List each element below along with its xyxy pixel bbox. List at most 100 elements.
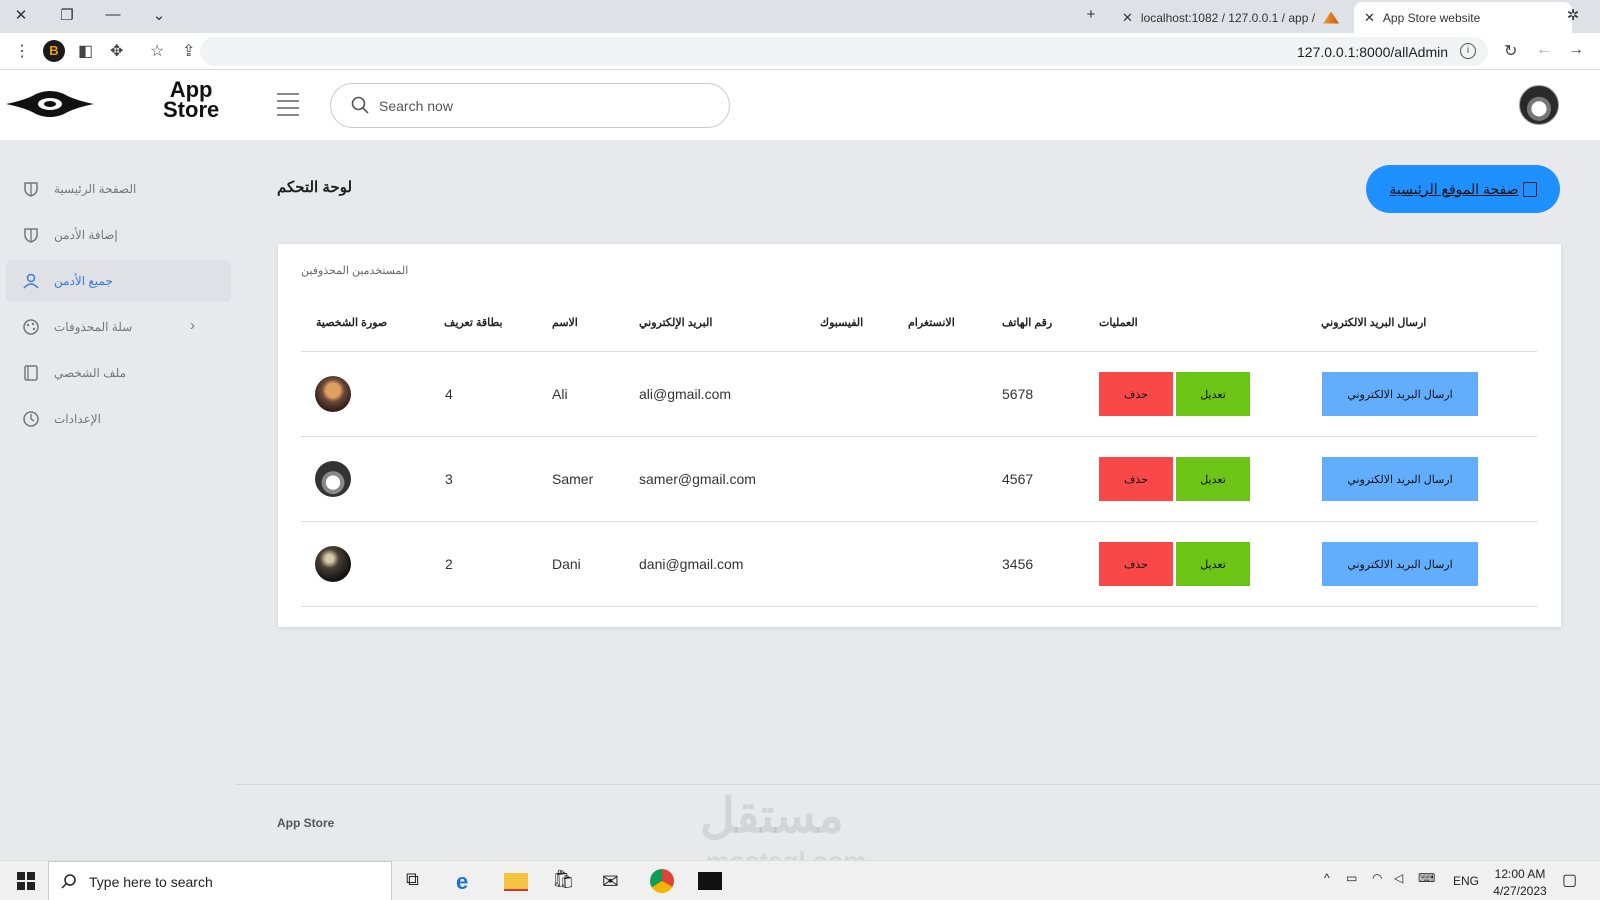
chevron-right-icon[interactable]: › [190, 317, 195, 334]
home-page-button-label: صفحة الموقع الرئيسية [1389, 180, 1519, 197]
cell-id: 2 [445, 556, 453, 572]
divider [301, 351, 1537, 352]
pma-favicon-icon [1323, 11, 1340, 24]
sidebar-toggle-icon[interactable]: ◧ [78, 41, 93, 61]
clock[interactable]: 12:00 AM 4/27/2023 [1490, 867, 1550, 898]
sidebar-item-settings[interactable]: الإعدادات [6, 398, 231, 440]
footer-divider [236, 784, 1600, 785]
close-window-icon[interactable]: ✕ [10, 6, 32, 24]
delete-button[interactable]: حذف [1099, 372, 1173, 416]
cell-email: samer@gmail.com [639, 471, 756, 487]
deleted-users-card: المستخدمين المحذوفين صورة الشخصية بطاقة … [278, 244, 1561, 627]
shield-icon [24, 228, 38, 243]
search-icon [61, 874, 76, 889]
taskbar-search[interactable]: Type here to search [48, 861, 392, 900]
clock-time: 12:00 AM [1494, 867, 1546, 881]
restore-window-icon[interactable]: ❐ [56, 6, 78, 24]
windows-taskbar: Type here to search ⧉ e 🛍 ✉ ^ ▭ ◠ ◁ ⌨ EN… [0, 860, 1600, 900]
cell-name: Ali [552, 386, 568, 402]
file-explorer-icon[interactable] [504, 873, 528, 891]
cell-id: 3 [445, 471, 453, 487]
sidebar-item-label: جميع الأدمن [54, 274, 113, 288]
cell-phone: 4567 [1002, 471, 1034, 487]
sidebar-item-label: سلة المحذوفات [54, 320, 133, 334]
address-bar-row: ⋮ B ◧ ✥ ☆ ⇪ 127.0.0.1:8000/allAdmin i ↻ … [0, 33, 1600, 70]
bookmark-star-icon[interactable]: ☆ [150, 41, 164, 61]
send-email-button[interactable]: ارسال البريد الالكتروني [1322, 542, 1478, 586]
sidebar-item-label: ملف الشخصي [54, 366, 127, 380]
brave-icon[interactable]: B [43, 40, 65, 62]
terminal-icon[interactable] [698, 872, 722, 890]
logo-icon [6, 91, 94, 117]
tab-phpmyadmin[interactable]: ✕ localhost:1082 / 127.0.0.1 / app / [1112, 2, 1352, 33]
new-tab-icon[interactable]: + [1080, 6, 1102, 23]
delete-button[interactable]: حذف [1099, 542, 1173, 586]
header-id-card: بطاقة تعريف [444, 317, 503, 329]
edit-button[interactable]: تعديل [1176, 372, 1250, 416]
tray-chevron-icon[interactable]: ^ [1324, 871, 1330, 885]
share-icon[interactable]: ⇪ [182, 41, 195, 61]
watermark: مستقل [700, 790, 844, 843]
reload-icon[interactable]: ↻ [1504, 41, 1517, 61]
close-tab-icon[interactable]: ✕ [1122, 10, 1133, 26]
tab-label: App Store website [1382, 10, 1481, 25]
extensions-icon[interactable]: ✥ [110, 41, 123, 61]
send-email-button[interactable]: ارسال البريد الالكتروني [1322, 372, 1478, 416]
sidebar-item-profile[interactable]: ملف الشخصي [6, 352, 231, 394]
sidebar-item-label: إضافة الأدمن [54, 228, 118, 242]
edge-icon[interactable]: e [456, 869, 480, 894]
divider [301, 436, 1537, 437]
search-input[interactable] [379, 95, 709, 117]
send-email-button[interactable]: ارسال البريد الالكتروني [1322, 457, 1478, 501]
header-instagram: الانستغرام [908, 317, 955, 329]
minimize-window-icon[interactable]: — [102, 6, 124, 23]
home-page-button[interactable]: صفحة الموقع الرئيسية [1366, 165, 1560, 213]
menu-dots-icon[interactable]: ⋮ [14, 41, 30, 61]
notifications-icon[interactable]: ▢ [1562, 870, 1577, 890]
close-tab-icon[interactable]: ✕ [1364, 10, 1375, 26]
forward-icon[interactable]: → [1568, 41, 1584, 59]
edit-button[interactable]: تعديل [1176, 457, 1250, 501]
store-icon[interactable]: 🛍 [552, 869, 576, 893]
cell-email: dani@gmail.com [639, 556, 744, 572]
shield-icon [24, 182, 38, 197]
site-info-icon[interactable]: i [1460, 43, 1476, 59]
sidebar-item-trash[interactable]: سلة المحذوفات › [6, 306, 231, 348]
url-text: 127.0.0.1:8000/allAdmin [1297, 44, 1448, 60]
edit-button[interactable]: تعديل [1176, 542, 1250, 586]
user-avatar-image [315, 546, 351, 582]
back-icon[interactable]: ← [1536, 41, 1552, 59]
wifi-icon[interactable]: ◠ [1372, 871, 1382, 885]
clipboard-icon [1522, 181, 1537, 197]
sidebar-item-add-admin[interactable]: إضافة الأدمن [6, 214, 231, 256]
windows-start-icon[interactable] [14, 869, 38, 893]
user-avatar[interactable] [1519, 85, 1559, 125]
hamburger-menu-icon[interactable] [277, 93, 299, 121]
mail-icon[interactable]: ✉ [602, 869, 626, 893]
app-header: App Store [0, 70, 1600, 140]
keyboard-icon[interactable]: ⌨ [1418, 871, 1435, 885]
tab-list-chevron-icon[interactable]: ⌄ [148, 6, 170, 24]
language-indicator[interactable]: ENG [1453, 874, 1479, 888]
divider [301, 606, 1537, 607]
url-field[interactable]: 127.0.0.1:8000/allAdmin i [200, 37, 1488, 66]
delete-button[interactable]: حذف [1099, 457, 1173, 501]
battery-icon[interactable]: ▭ [1346, 871, 1357, 885]
cell-id: 4 [445, 386, 453, 402]
extension-gear-icon[interactable]: ✲ [1562, 6, 1584, 24]
sidebar-item-all-admins[interactable]: جميع الأدمن [6, 260, 231, 302]
task-view-icon[interactable]: ⧉ [406, 869, 430, 893]
search-icon [351, 96, 369, 114]
volume-icon[interactable]: ◁ [1394, 871, 1403, 885]
tab-label: localhost:1082 / 127.0.0.1 / app / [1140, 10, 1316, 25]
sidebar-item-label: الإعدادات [54, 412, 101, 426]
user-avatar-image [315, 461, 351, 497]
cell-name: Samer [552, 471, 594, 487]
sidebar-item-home[interactable]: الصفحة الرئيسية [6, 168, 231, 210]
brand-name: App Store [163, 79, 219, 121]
clock-icon [23, 411, 39, 427]
divider [301, 521, 1537, 522]
header-facebook: الفيسبوك [820, 317, 864, 329]
chrome-icon[interactable] [650, 869, 674, 893]
tab-app-store[interactable]: ✕ App Store website [1354, 2, 1572, 33]
